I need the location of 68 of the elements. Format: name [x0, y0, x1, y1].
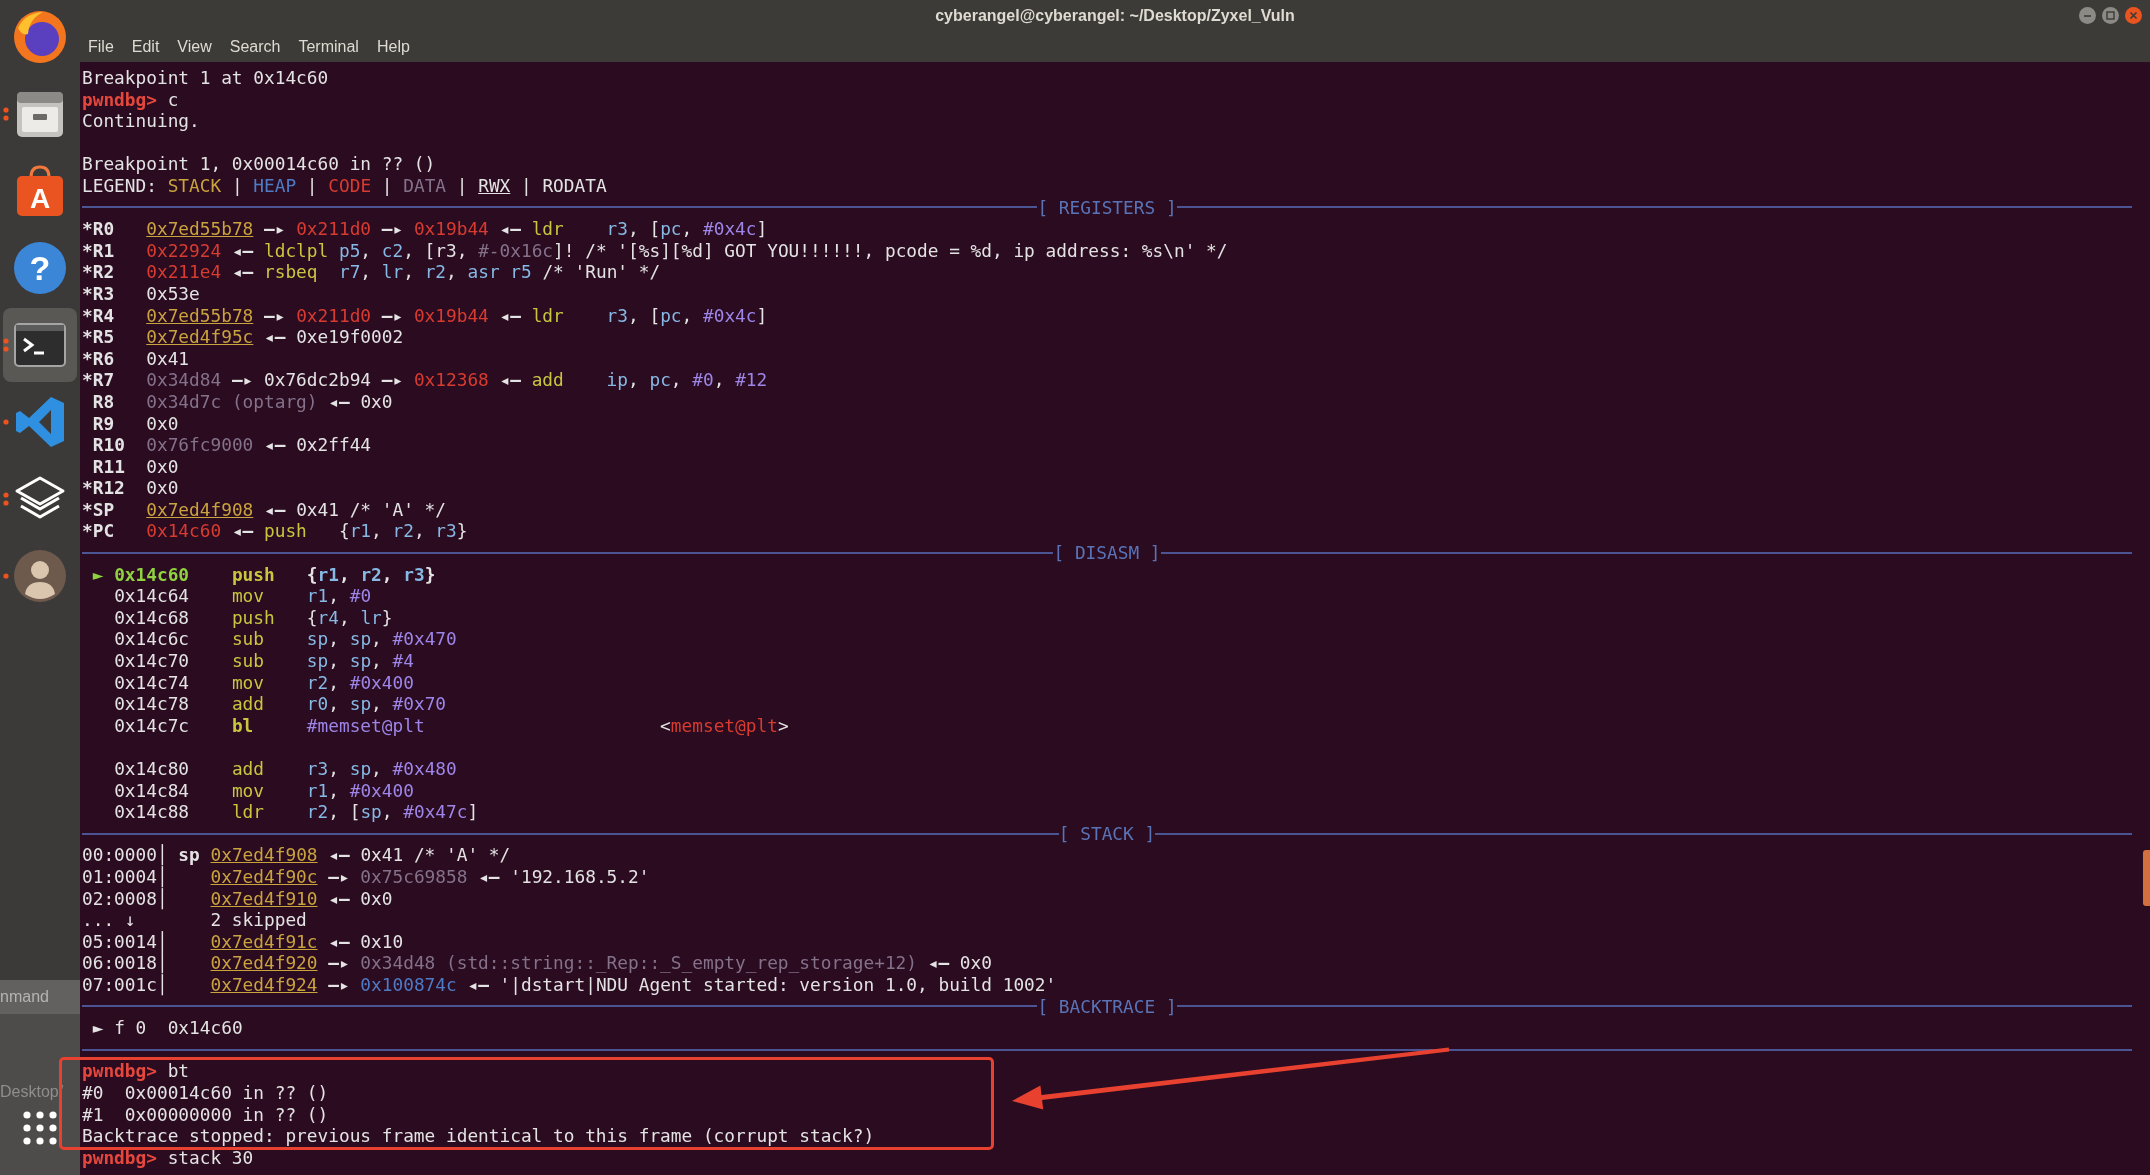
menu-item[interactable]: File	[88, 37, 114, 56]
stack-line: 00:0000│ sp 0x7ed4f908 ◂— 0x41 /* 'A' */	[82, 844, 511, 866]
stack-line: 02:0008│ 0x7ed4f910 ◂— 0x0	[82, 887, 393, 909]
register-line: *R4 0x7ed55b78 —▸ 0x211d0 —▸ 0x19b44 ◂— ldr r3, [pc, #0x4c]	[82, 304, 768, 326]
scrollbar-thumb[interactable]	[2143, 850, 2150, 906]
command-line: pwndbg> bt	[82, 1060, 190, 1082]
register-line: R8 0x34d7c (optarg) ◂— 0x0	[92, 390, 393, 412]
menu-item[interactable]: View	[177, 37, 212, 56]
stack-line: ... ↓ 2 skipped	[82, 909, 307, 931]
dock-launcher[interactable]: ?	[3, 231, 77, 305]
register-line: *PC 0x14c60 ◂— push {r1, r2, r3}	[82, 520, 468, 542]
stack-line: 07:001c│ 0x7ed4f924 —▸ 0x100874c ◂— '|dstart|NDU Agent started: version 1.0, build 1002'	[82, 973, 1057, 995]
register-line: *R6 0x41	[82, 347, 190, 369]
disasm-line: 0x14c84 mov r1, #0x400	[114, 779, 414, 801]
menu-item[interactable]: Help	[376, 37, 410, 56]
stack-line: 01:0004│ 0x7ed4f90c —▸ 0x75c69858 ◂— '192.168.5.2'	[82, 865, 650, 887]
output-line: Breakpoint 1, 0x00014c60 in ?? ()	[82, 153, 436, 175]
output-line: #0 0x00014c60 in ?? ()	[82, 1081, 329, 1103]
register-line: R10 0x76fc9000 ◂— 0x2ff44	[92, 434, 372, 456]
disasm-line: 0x14c78 add r0, sp, #0x70	[114, 693, 447, 715]
disasm-line: 0x14c7c bl #memset@plt <memset@plt>	[114, 714, 789, 736]
disasm-line: 0x14c68 push {r4, lr}	[114, 606, 393, 628]
window-title: cyberangel@cyberangel: ~/Desktop/Zyxel_Vuln	[935, 6, 1295, 25]
register-line: R9 0x0	[92, 412, 179, 434]
section-title: [ REGISTERS ]	[1037, 196, 1177, 219]
avatar-icon	[13, 549, 67, 603]
output-line: Continuing.	[82, 110, 200, 132]
register-line: *R0 0x7ed55b78 —▸ 0x211d0 —▸ 0x19b44 ◂— ldr r3, [pc, #0x4c]	[82, 218, 768, 240]
section-title: [ DISASM ]	[1053, 542, 1161, 564]
maximize-icon[interactable]	[2102, 7, 2119, 24]
app-grid-icon[interactable]	[23, 1111, 57, 1145]
disasm-line: 0x14c64 mov r1, #0	[114, 585, 372, 607]
command-line: pwndbg> c	[82, 88, 179, 110]
register-line: *R7 0x34d84 —▸ 0x76dc2b94 —▸ 0x12368 ◂— add ip, pc, #0, #12	[82, 369, 768, 391]
register-line: *R3 0x53e	[82, 282, 200, 304]
register-line: *R12 0x0	[82, 477, 179, 499]
section-title: [ STACK ]	[1058, 822, 1156, 845]
section-title: [ BACKTRACE ]	[1037, 995, 1177, 1018]
stack-line: 06:0018│ 0x7ed4f920 —▸ 0x34d48 (std::string::_Rep::_S_empty_rep_storage+12) ◂— 0x0	[82, 952, 992, 974]
output-line: Backtrace stopped: previous frame identical to this frame (corrupt stack?)	[82, 1125, 875, 1147]
globe-icon	[13, 10, 67, 64]
output-line: Breakpoint 1 at 0x14c60	[82, 67, 329, 88]
menu-item[interactable]: Edit	[131, 37, 160, 56]
register-line: *R2 0x211e4 ◂— rsbeq r7, lr, r2, asr r5 /* 'Run' */	[82, 261, 661, 283]
ribbon-icon	[13, 395, 67, 449]
register-line: R11 0x0	[92, 455, 179, 477]
disasm-line: 0x14c6c sub sp, sp, #0x470	[114, 628, 457, 650]
menu-item[interactable]: Search	[229, 37, 281, 56]
menu-item[interactable]: Terminal	[298, 37, 359, 56]
disasm-line: ► 0x14c60 push {r1, r2, r3}	[92, 563, 436, 585]
dock-launcher[interactable]: A	[3, 154, 77, 228]
register-line: *SP 0x7ed4f908 ◂— 0x41 /* 'A' */	[82, 498, 446, 520]
dock-launcher[interactable]	[3, 308, 77, 382]
register-line: *R1 0x22924 ◂— ldclpl p5, c2, [r3, #-0x16c]! /* '[%s][%d] GOT YOU!!!!!!, pcode = %d, ip address: %s\n' */	[82, 239, 1228, 261]
command-line: pwndbg> stack 30	[82, 1146, 254, 1168]
disasm-line: 0x14c80 add r3, sp, #0x480	[114, 758, 457, 779]
register-line: *R5 0x7ed4f95c ◂— 0xe19f0002	[82, 326, 404, 348]
help-icon: ?	[13, 241, 67, 295]
output-line: #1 0x00000000 in ?? ()	[82, 1103, 329, 1125]
close-icon[interactable]	[2125, 7, 2142, 24]
backtrace-line: ► f 0 0x14c60	[92, 1017, 243, 1039]
partial-label: nmand	[0, 988, 49, 1006]
disasm-line: 0x14c88 ldr r2, [sp, #0x47c]	[114, 801, 479, 823]
minimize-icon[interactable]	[2079, 7, 2096, 24]
disasm-line: 0x14c70 sub sp, sp, #4	[114, 650, 414, 672]
stack-line: 05:0014│ 0x7ed4f91c ◂— 0x10	[82, 930, 404, 952]
legend-line: LEGEND: STACK | HEAP | CODE | DATA | RWX | RODATA	[82, 174, 607, 196]
disasm-line: 0x14c74 mov r2, #0x400	[114, 671, 414, 693]
